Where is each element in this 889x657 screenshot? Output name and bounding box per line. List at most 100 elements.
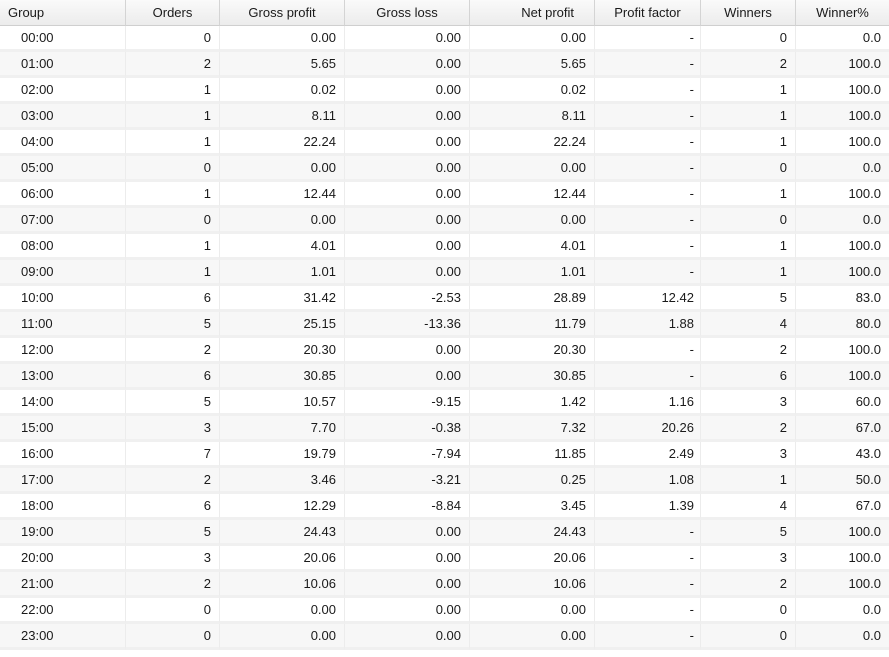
table-row[interactable]: 23:00 0 0.00 0.00 0.00-0 0.0 xyxy=(0,624,889,650)
profit-factor-cell: - xyxy=(595,26,701,52)
table-row[interactable]: 08:00 1 4.01 0.00 4.01-1 100.0 xyxy=(0,234,889,260)
winner-percent-cell: 100.0 xyxy=(796,572,889,598)
table-row[interactable]: 05:00 0 0.00 0.00 0.00-0 0.0 xyxy=(0,156,889,182)
winner-percent-cell: 100.0 xyxy=(796,520,889,546)
winners-cell: 0 xyxy=(701,598,796,624)
net-profit-cell: 3.45 xyxy=(470,494,595,520)
table-row[interactable]: 00:00 0 0.00 0.00 0.00-0 0.0 xyxy=(0,26,889,52)
gross-profit-cell: 8.11 xyxy=(220,104,345,130)
winner-percent-cell: 80.0 xyxy=(796,312,889,338)
table-row[interactable]: 16:00 7 19.79 -7.94 11.85 2.49 3 43.0 xyxy=(0,442,889,468)
table-row[interactable]: 06:00 1 12.44 0.00 12.44-1 100.0 xyxy=(0,182,889,208)
winners-cell: 1 xyxy=(701,104,796,130)
winner-percent-cell: 100.0 xyxy=(796,182,889,208)
group-cell: 14:00 xyxy=(0,390,126,416)
gross-profit-cell: 10.06 xyxy=(220,572,345,598)
profit-factor-cell: - xyxy=(595,208,701,234)
orders-cell: 6 xyxy=(126,494,220,520)
winners-cell: 1 xyxy=(701,78,796,104)
table-row[interactable]: 17:00 2 3.46 -3.21 0.25 1.08 1 50.0 xyxy=(0,468,889,494)
winners-cell: 1 xyxy=(701,182,796,208)
gross-loss-cell: 0.00 xyxy=(345,598,470,624)
group-cell: 07:00 xyxy=(0,208,126,234)
table-row[interactable]: 22:00 0 0.00 0.00 0.00-0 0.0 xyxy=(0,598,889,624)
winners-cell: 3 xyxy=(701,546,796,572)
gross-profit-cell: 0.00 xyxy=(220,598,345,624)
group-cell: 09:00 xyxy=(0,260,126,286)
table-row[interactable]: 19:00 5 24.43 0.00 24.43-5 100.0 xyxy=(0,520,889,546)
net-profit-cell: 4.01 xyxy=(470,234,595,260)
table-row[interactable]: 21:00 2 10.06 0.00 10.06-2 100.0 xyxy=(0,572,889,598)
net-profit-cell: 0.00 xyxy=(470,26,595,52)
table-row[interactable]: 03:00 1 8.11 0.00 8.11-1 100.0 xyxy=(0,104,889,130)
table-row[interactable]: 10:00 6 31.42 -2.53 28.89 12.42 5 83.0 xyxy=(0,286,889,312)
profit-factor-cell: - xyxy=(595,156,701,182)
group-cell: 17:00 xyxy=(0,468,126,494)
profit-factor-cell: 1.08 xyxy=(595,468,701,494)
winner-percent-cell: 100.0 xyxy=(796,260,889,286)
orders-cell: 5 xyxy=(126,312,220,338)
gross-profit-cell: 25.15 xyxy=(220,312,345,338)
table-row[interactable]: 09:00 1 1.01 0.00 1.01-1 100.0 xyxy=(0,260,889,286)
gross-profit-cell: 12.29 xyxy=(220,494,345,520)
column-header-winner-percent[interactable]: Winner% xyxy=(796,0,889,26)
net-profit-cell: 0.00 xyxy=(470,156,595,182)
winners-cell: 4 xyxy=(701,494,796,520)
winners-cell: 5 xyxy=(701,520,796,546)
winner-percent-cell: 83.0 xyxy=(796,286,889,312)
table-row[interactable]: 04:00 1 22.24 0.00 22.24-1 100.0 xyxy=(0,130,889,156)
group-cell: 01:00 xyxy=(0,52,126,78)
net-profit-cell: 30.85 xyxy=(470,364,595,390)
winner-percent-cell: 0.0 xyxy=(796,156,889,182)
table-row[interactable]: 15:00 3 7.70 -0.38 7.32 20.26 2 67.0 xyxy=(0,416,889,442)
gross-loss-cell: 0.00 xyxy=(345,546,470,572)
group-cell: 00:00 xyxy=(0,26,126,52)
table-row[interactable]: 07:00 0 0.00 0.00 0.00-0 0.0 xyxy=(0,208,889,234)
column-header-gross-profit[interactable]: Gross profit xyxy=(220,0,345,26)
profit-factor-cell: - xyxy=(595,598,701,624)
net-profit-cell: 1.01 xyxy=(470,260,595,286)
table-row[interactable]: 18:00 6 12.29 -8.84 3.45 1.39 4 67.0 xyxy=(0,494,889,520)
header-row: Group Orders Gross profit Gross loss Net… xyxy=(0,0,889,26)
gross-profit-cell: 0.00 xyxy=(220,624,345,650)
column-header-group[interactable]: Group xyxy=(0,0,126,26)
group-cell: 19:00 xyxy=(0,520,126,546)
table-row[interactable]: 11:00 5 25.15 -13.36 11.79 1.88 4 80.0 xyxy=(0,312,889,338)
group-cell: 15:00 xyxy=(0,416,126,442)
profit-factor-cell: 12.42 xyxy=(595,286,701,312)
table-row[interactable]: 12:00 2 20.30 0.00 20.30-2 100.0 xyxy=(0,338,889,364)
profit-factor-cell: - xyxy=(595,572,701,598)
column-header-net-profit[interactable]: Net profit xyxy=(470,0,595,26)
table-row[interactable]: 13:00 6 30.85 0.00 30.85-6 100.0 xyxy=(0,364,889,390)
gross-loss-cell: 0.00 xyxy=(345,338,470,364)
gross-loss-cell: 0.00 xyxy=(345,130,470,156)
group-cell: 08:00 xyxy=(0,234,126,260)
table-row[interactable]: 02:00 1 0.02 0.00 0.02-1 100.0 xyxy=(0,78,889,104)
column-header-winners[interactable]: Winners xyxy=(701,0,796,26)
table-row[interactable]: 20:00 3 20.06 0.00 20.06-3 100.0 xyxy=(0,546,889,572)
gross-profit-cell: 0.00 xyxy=(220,26,345,52)
winner-percent-cell: 100.0 xyxy=(796,546,889,572)
gross-profit-cell: 22.24 xyxy=(220,130,345,156)
winners-cell: 2 xyxy=(701,416,796,442)
winners-cell: 2 xyxy=(701,338,796,364)
net-profit-cell: 0.00 xyxy=(470,208,595,234)
winners-cell: 3 xyxy=(701,442,796,468)
winners-cell: 1 xyxy=(701,130,796,156)
group-cell: 04:00 xyxy=(0,130,126,156)
profit-factor-cell: 1.16 xyxy=(595,390,701,416)
gross-profit-cell: 10.57 xyxy=(220,390,345,416)
gross-profit-cell: 0.00 xyxy=(220,208,345,234)
group-cell: 03:00 xyxy=(0,104,126,130)
gross-loss-cell: 0.00 xyxy=(345,364,470,390)
column-header-profit-factor[interactable]: Profit factor xyxy=(595,0,701,26)
column-header-orders[interactable]: Orders xyxy=(126,0,220,26)
table-row[interactable]: 14:00 5 10.57 -9.15 1.42 1.16 3 60.0 xyxy=(0,390,889,416)
gross-profit-cell: 3.46 xyxy=(220,468,345,494)
winner-percent-cell: 100.0 xyxy=(796,364,889,390)
table-row[interactable]: 01:00 2 5.65 0.00 5.65-2 100.0 xyxy=(0,52,889,78)
group-cell: 23:00 xyxy=(0,624,126,650)
column-header-gross-loss[interactable]: Gross loss xyxy=(345,0,470,26)
net-profit-cell: 11.85 xyxy=(470,442,595,468)
gross-loss-cell: -8.84 xyxy=(345,494,470,520)
